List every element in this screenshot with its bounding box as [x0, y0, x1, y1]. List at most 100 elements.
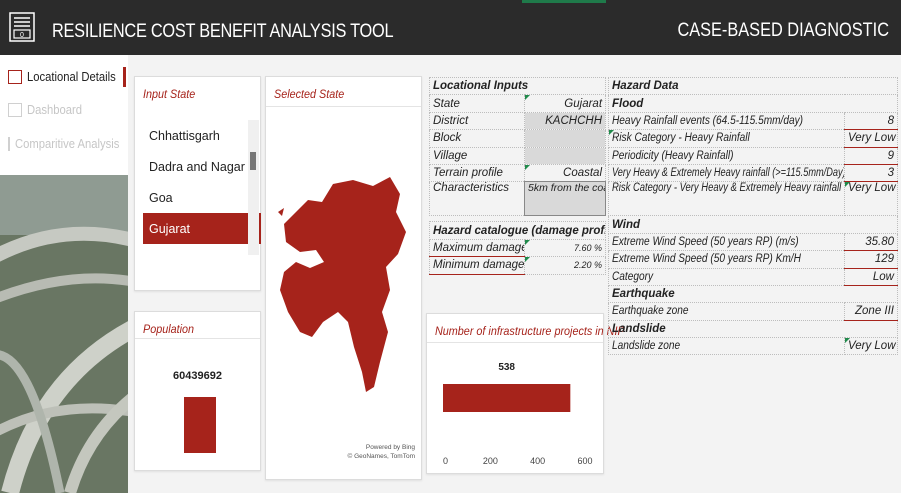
table-row: Extreme Wind Speed (50 years RP) (m/s) 3…: [608, 232, 898, 252]
highway-image: [0, 175, 128, 493]
min-damage-value[interactable]: 2.20 %: [523, 256, 607, 275]
list-item[interactable]: Goa: [143, 182, 261, 213]
row-label: Extreme Wind Speed (50 years RP) Km/H: [608, 250, 845, 269]
x-tick-label: 600: [577, 456, 592, 466]
table-row: Risk Category - Very Heavy & Extremely H…: [608, 181, 898, 217]
row-value: 8: [844, 111, 898, 131]
earthquake-header: Earthquake: [608, 284, 898, 304]
list-item-selected[interactable]: Gujarat: [143, 213, 261, 244]
row-label: Earthquake zone: [608, 302, 845, 321]
row-label: Landslide zone: [608, 337, 845, 356]
active-indicator: [123, 67, 126, 87]
row-label: Extreme Wind Speed (50 years RP) (m/s): [608, 232, 845, 252]
table-row: State Gujarat: [429, 94, 607, 113]
row-label-text: Heavy Rainfall events (64.5-115.5mm/day): [612, 114, 804, 127]
row-label-text: Extreme Wind Speed (50 years RP) (m/s): [612, 235, 799, 248]
table-row: District KACHCHH: [429, 111, 607, 131]
row-label: Periodicity (Heavy Rainfall): [608, 146, 845, 165]
wind-header: Wind: [608, 215, 898, 234]
hazard-data-table: Hazard Data Flood Heavy Rainfall events …: [608, 76, 898, 356]
row-label: Block: [429, 129, 525, 148]
row-value: 3: [844, 163, 898, 183]
app-title: RESILIENCE COST BENEFIT ANALYSIS TOOL: [52, 21, 394, 42]
scroll-thumb[interactable]: [250, 152, 256, 170]
list-item[interactable]: Dadra and Nagar ...: [143, 151, 261, 182]
row-label: District: [429, 111, 525, 131]
row-label-text: Very Heavy & Extremely Heavy rainfall (>…: [612, 167, 845, 180]
locational-inputs-header: Locational Inputs: [428, 76, 607, 96]
divider: [427, 342, 603, 343]
block-value[interactable]: [523, 129, 607, 148]
table-row: Category Low: [608, 267, 898, 286]
dashboard-icon: [8, 103, 22, 117]
locational-inputs-table: Locational Inputs State Gujarat District…: [428, 76, 607, 275]
row-value: Very Low: [844, 337, 898, 356]
population-title: Population: [143, 322, 195, 336]
row-label-text: Risk Category - Heavy Rainfall: [612, 132, 750, 145]
compare-icon: [8, 137, 10, 151]
nip-chart-title: Number of infrastructure projects in NIP: [435, 324, 625, 338]
attribution-line: © GeoNames, TomTom: [347, 453, 415, 460]
divider: [135, 338, 260, 339]
district-value[interactable]: KACHCHH: [523, 111, 607, 131]
page-mode-title: CASE-BASED DIAGNOSTIC: [677, 20, 889, 41]
characteristics-select[interactable]: 5km from the coast ▼: [523, 181, 607, 217]
row-value: 35.80: [844, 232, 898, 252]
x-tick-label: 400: [530, 456, 545, 466]
flood-header: Flood: [608, 94, 898, 113]
row-label: State: [429, 94, 525, 113]
hazard-catalogue-header: Hazard catalogue (damage profile): [428, 221, 607, 240]
state-list: Chhattisgarh Dadra and Nagar ... Goa Guj…: [143, 120, 261, 244]
state-value[interactable]: Gujarat: [523, 94, 607, 113]
row-label: Heavy Rainfall events (64.5-115.5mm/day): [608, 111, 845, 131]
table-row: Very Heavy & Extremely Heavy rainfall (>…: [608, 163, 898, 183]
row-label-text: Earthquake zone: [612, 305, 689, 318]
app-header: 0 RESILIENCE COST BENEFIT ANALYSIS TOOL …: [0, 0, 901, 55]
row-label-text: Risk Category - Very Heavy & Extremely H…: [612, 182, 842, 195]
table-row: Heavy Rainfall events (64.5-115.5mm/day)…: [608, 111, 898, 131]
row-value: Low: [844, 267, 898, 286]
divider: [266, 106, 421, 107]
characteristics-value: 5km from the coast: [528, 182, 605, 195]
selected-state-card: Selected State Powered by Bing © GeoName…: [265, 76, 422, 480]
table-row: Minimum damage % 2.20 %: [429, 256, 607, 275]
row-value: Very Low: [844, 129, 898, 148]
hazard-data-header: Hazard Data: [608, 76, 898, 96]
village-value[interactable]: [523, 146, 607, 165]
row-label: Village: [429, 146, 525, 165]
row-label: Risk Category - Heavy Rainfall: [608, 129, 845, 148]
row-label-text: Landslide zone: [612, 340, 681, 353]
table-row: Village: [429, 146, 607, 165]
row-label: Risk Category - Very Heavy & Extremely H…: [608, 181, 845, 217]
sidebar-item-label: Comparitive Analysis: [15, 137, 120, 151]
calculator-icon: 0: [9, 12, 35, 42]
sidebar-item-locational-details[interactable]: Locational Details: [0, 66, 128, 88]
gujarat-map: [278, 177, 406, 392]
active-tab-indicator: [522, 0, 606, 3]
row-label: Characteristics: [429, 181, 525, 217]
location-icon: [8, 70, 22, 84]
table-row: Extreme Wind Speed (50 years RP) Km/H 12…: [608, 250, 898, 269]
row-label-text: Periodicity (Heavy Rainfall): [612, 149, 734, 162]
table-row: Landslide zone Very Low: [608, 337, 898, 356]
terrain-value[interactable]: Coastal: [523, 163, 607, 183]
row-value: 9: [844, 146, 898, 165]
sidebar-item-comparative-analysis[interactable]: Comparitive Analysis: [0, 133, 128, 155]
table-row: Periodicity (Heavy Rainfall) 9: [608, 146, 898, 165]
landslide-header: Landslide: [608, 319, 898, 339]
table-row: Maximum damage % 7.60 %: [429, 238, 607, 258]
sidebar: Locational Details Dashboard Comparitive…: [0, 55, 128, 493]
nip-bar: [443, 384, 571, 412]
table-row: Block: [429, 129, 607, 148]
max-damage-value[interactable]: 7.60 %: [523, 238, 607, 258]
sidebar-item-dashboard[interactable]: Dashboard: [0, 99, 128, 121]
sidebar-item-label: Dashboard: [27, 103, 83, 117]
state-list-scrollbar[interactable]: [248, 120, 259, 255]
row-label: Category: [608, 267, 845, 286]
row-value: Very Low: [844, 181, 898, 217]
row-label: Terrain profile: [429, 163, 525, 183]
list-item[interactable]: Chhattisgarh: [143, 120, 261, 151]
row-label: Very Heavy & Extremely Heavy rainfall (>…: [608, 163, 845, 183]
table-row: Characteristics 5km from the coast ▼: [429, 181, 607, 217]
x-tick-label: 200: [483, 456, 498, 466]
